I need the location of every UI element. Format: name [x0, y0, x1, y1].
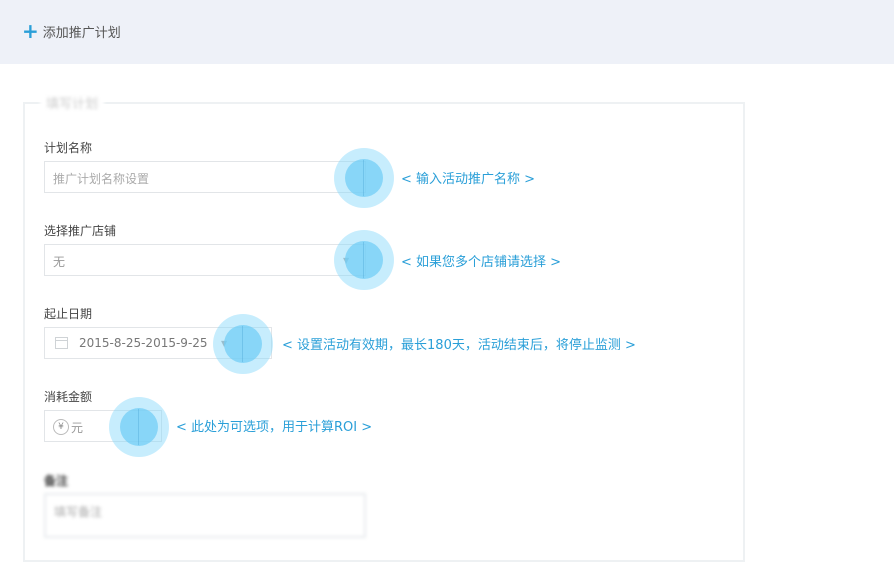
hotspot-marker	[334, 230, 394, 290]
hotspot-marker	[334, 148, 394, 208]
notes-label: 备注	[44, 474, 69, 488]
amount-tip: < 此处为可选项，用于计算ROI >	[176, 420, 373, 435]
hotspot-marker	[109, 397, 169, 457]
form-legend: 填写计划	[40, 93, 105, 112]
plan-name-tip: < 输入活动推广名称 >	[401, 172, 536, 187]
amount-label: 消耗金额	[44, 390, 93, 404]
shop-value: 无	[53, 255, 66, 269]
notes-textarea[interactable]: 填写备注	[44, 493, 366, 538]
shop-tip: < 如果您多个店铺请选择 >	[401, 255, 562, 270]
date-label: 起止日期	[44, 307, 93, 321]
calendar-icon	[55, 337, 68, 349]
amount-unit: 元	[71, 421, 84, 435]
top-bar: + 添加推广计划	[0, 0, 894, 64]
date-tip: < 设置活动有效期，最长180天，活动结束后，将停止监测 >	[282, 338, 636, 353]
add-plan-button[interactable]: + 添加推广计划	[22, 20, 121, 42]
shop-label: 选择推广店铺	[44, 224, 117, 238]
shop-select[interactable]: 无 ▼	[44, 244, 366, 276]
plus-icon: +	[22, 19, 39, 43]
hotspot-marker	[213, 314, 273, 374]
add-plan-label: 添加推广计划	[42, 25, 121, 41]
date-range-value: 2015-8-25-2015-9-25	[79, 336, 208, 350]
yen-icon: ¥	[53, 419, 69, 435]
plan-name-label: 计划名称	[44, 141, 93, 155]
notes-placeholder: 填写备注	[54, 505, 103, 519]
plan-name-placeholder: 推广计划名称设置	[53, 172, 150, 186]
plan-name-input[interactable]: 推广计划名称设置	[44, 161, 366, 193]
